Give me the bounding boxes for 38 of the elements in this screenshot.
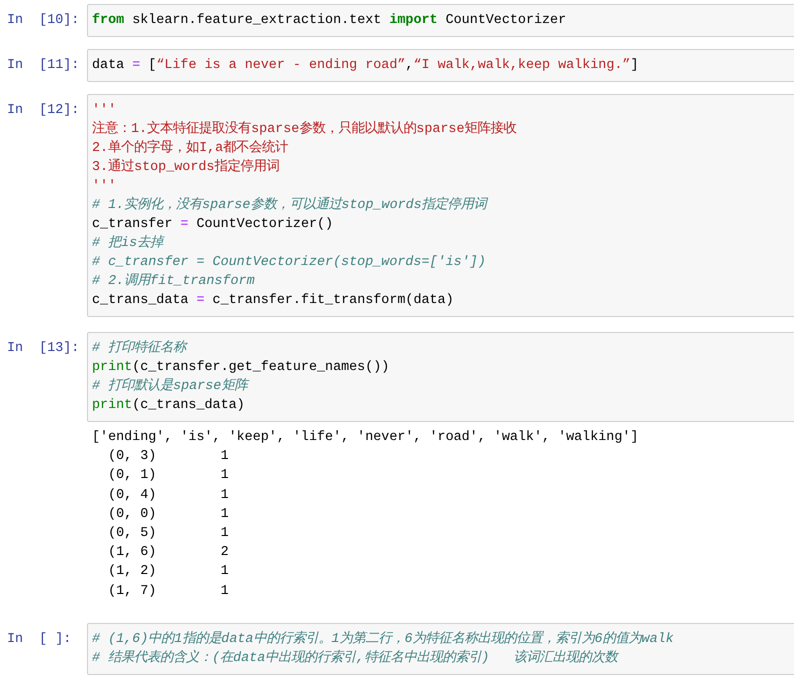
code-line: c_transfer = CountVectorizer() xyxy=(92,216,334,234)
output-line: (0, 4) 1 xyxy=(107,486,230,505)
output-line: ['ending', 'is', 'keep', 'life', 'never', 'road', 'walk', 'walking'] xyxy=(92,429,640,447)
code-line: # (1,6)中的1指的是data中的行索引。1为第二行，6为特征名称出现的位置，索引为6的值为walk xyxy=(92,630,675,649)
output-line: (1, 2) 1 xyxy=(107,563,230,582)
output-line: (1, 7) 1 xyxy=(107,582,230,601)
code-cell[interactable]: data = [“Life is a never - ending road”,“I walk,walk,keep walking.”] xyxy=(87,49,794,82)
code-line: ''' xyxy=(92,102,118,120)
input-prompt: In [10]: xyxy=(6,12,80,30)
code-line: # 打印特征名称 xyxy=(92,339,189,358)
code-line: # 打印默认是sparse矩阵 xyxy=(92,377,250,396)
input-prompt: In [11]: xyxy=(6,57,80,75)
code-cell[interactable] xyxy=(87,94,794,317)
input-prompt: In [13]: xyxy=(6,340,80,358)
code-cell[interactable]: # 打印特征名称 print(c_transfer.get_feature_names()) # 打印默认是sparse矩阵 print(c_trans_data) xyxy=(87,332,794,422)
code-line: # c_transfer = CountVectorizer(stop_words=['is']) xyxy=(92,254,487,272)
output-line: (0, 3) 1 xyxy=(107,448,230,466)
input-prompt: In [ ]: xyxy=(6,630,72,649)
code-line: # 1.实例化，没有sparse参数，可以通过stop_words指定停用词 xyxy=(92,196,489,215)
code-line: 注意：1.文本特征提取没有sparse参数，只能以默认的sparse矩阵接收 xyxy=(92,120,518,139)
code-line: print(c_trans_data) xyxy=(92,397,246,415)
code-line: 3.通过stop_words指定停用词 xyxy=(92,158,280,177)
code-line: # 把is去掉 xyxy=(92,234,166,253)
code-line: # 2.调用fit_transform xyxy=(92,272,256,291)
code-cell[interactable]: # (1,6)中的1指的是data中的行索引。1为第二行，6为特征名称出现的位置，索引为6的值为walk # 结果代表的含义：(在data中出现的行索引,特征名中出现的索引) 该词汇出现的次数 xyxy=(87,622,794,675)
output-line: (1, 6) 2 xyxy=(107,544,230,562)
output-line: (0, 5) 1 xyxy=(107,525,230,544)
code-line: data = [“Life is a never - ending road”,“I walk,walk,keep walking.”] xyxy=(92,57,640,75)
code-line: c_trans_data = c_transfer.fit_transform(data) xyxy=(92,292,455,310)
code-line: 2.单个的字母，如I,a都不会统计 xyxy=(92,139,290,158)
code-line: # 结果代表的含义：(在data中出现的行索引,特征名中出现的索引) 该词汇出现的次数 xyxy=(92,648,620,668)
code-line: from sklearn.feature_extraction.text import CountVectorizer xyxy=(92,12,568,30)
output-line: (0, 0) 1 xyxy=(107,506,230,524)
input-prompt: In [12]: xyxy=(6,102,80,120)
code-line: print(c_transfer.get_feature_names()) xyxy=(92,359,390,377)
code-line: ''' xyxy=(92,178,118,196)
code-cell[interactable]: from sklearn.feature_extraction.text import CountVectorizer xyxy=(87,4,794,37)
output-line: (0, 1) 1 xyxy=(107,467,230,486)
